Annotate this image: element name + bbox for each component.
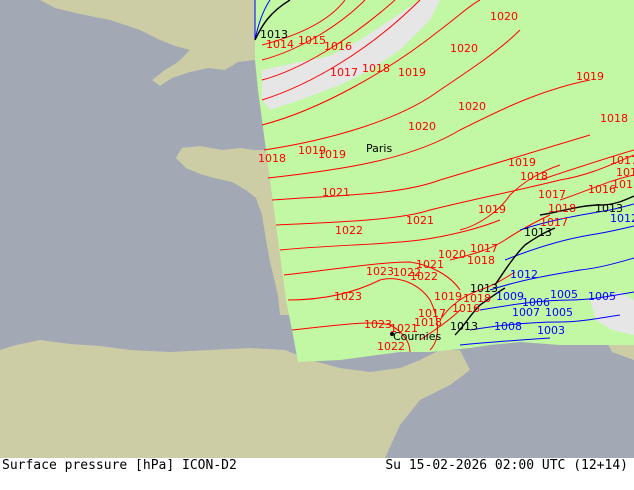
isobar-label: 1021 [406,214,434,227]
map-footer: Surface pressure [hPa] ICON-D2 Su 15-02-… [0,458,634,490]
city-label-cournies: Cournies [393,330,442,343]
isobar-label: 1014 [266,38,294,51]
isobar-label: 1021 [322,186,350,199]
city-label-paris: Paris [366,142,392,155]
isobar-label: 1023 [364,318,392,331]
isobar-label: 1020 [458,100,486,113]
isobar-label: 1022 [393,266,421,279]
isobar-label: 1019 [616,166,634,179]
isobar-label: 1017 [538,188,566,201]
isobar-label: 1012 [610,212,634,225]
isobar-label: 1009 [496,290,524,303]
isobar-label: 1022 [335,224,363,237]
isobar-label: 1023 [366,265,394,278]
isobar-label: 1018 [362,62,390,75]
isobar-label: 1019 [318,148,346,161]
isobar-label: 1015 [298,34,326,47]
map-title: Surface pressure [hPa] ICON-D2 [2,458,237,473]
isobar-label: 1012 [510,268,538,281]
isobar-label: 1015 [612,178,634,191]
isobar-label: 1019 [576,70,604,83]
isobar-label: 1023 [334,290,362,303]
isobar-label: 1016 [324,40,352,53]
isobar-label: 1018 [548,202,576,215]
isobar-label: 1013 [450,320,478,333]
isobar-label: 1013 [524,226,552,239]
isobar-label: 1018 [600,112,628,125]
isobar-label: 1005 [588,290,616,303]
isobar-label: 1020 [450,42,478,55]
isobar-label: 1019 [508,156,536,169]
isobar-label: 1020 [490,10,518,23]
isobar-label: 1019 [478,203,506,216]
isobar-label: 1006 [522,296,550,309]
valid-time: Su 15-02-2026 02:00 UTC (12+14) [385,458,628,473]
isobar-label: 1019 [398,66,426,79]
isobar-label: 1018 [467,254,495,267]
isobar-label: 1018 [520,170,548,183]
isobar-label: 1005 [550,288,578,301]
isobar-label: 1018 [258,152,286,165]
weather-map: 1020 1013 1014 1015 1016 1020 1017 1018 … [0,0,634,458]
isobar-label: 1018 [414,316,442,329]
isobar-label: 1020 [408,120,436,133]
isobar-label: 1003 [537,324,565,337]
isobar-label: 1008 [494,320,522,333]
isobar-label: 1017 [330,66,358,79]
isobar-label: 1016 [452,302,480,315]
